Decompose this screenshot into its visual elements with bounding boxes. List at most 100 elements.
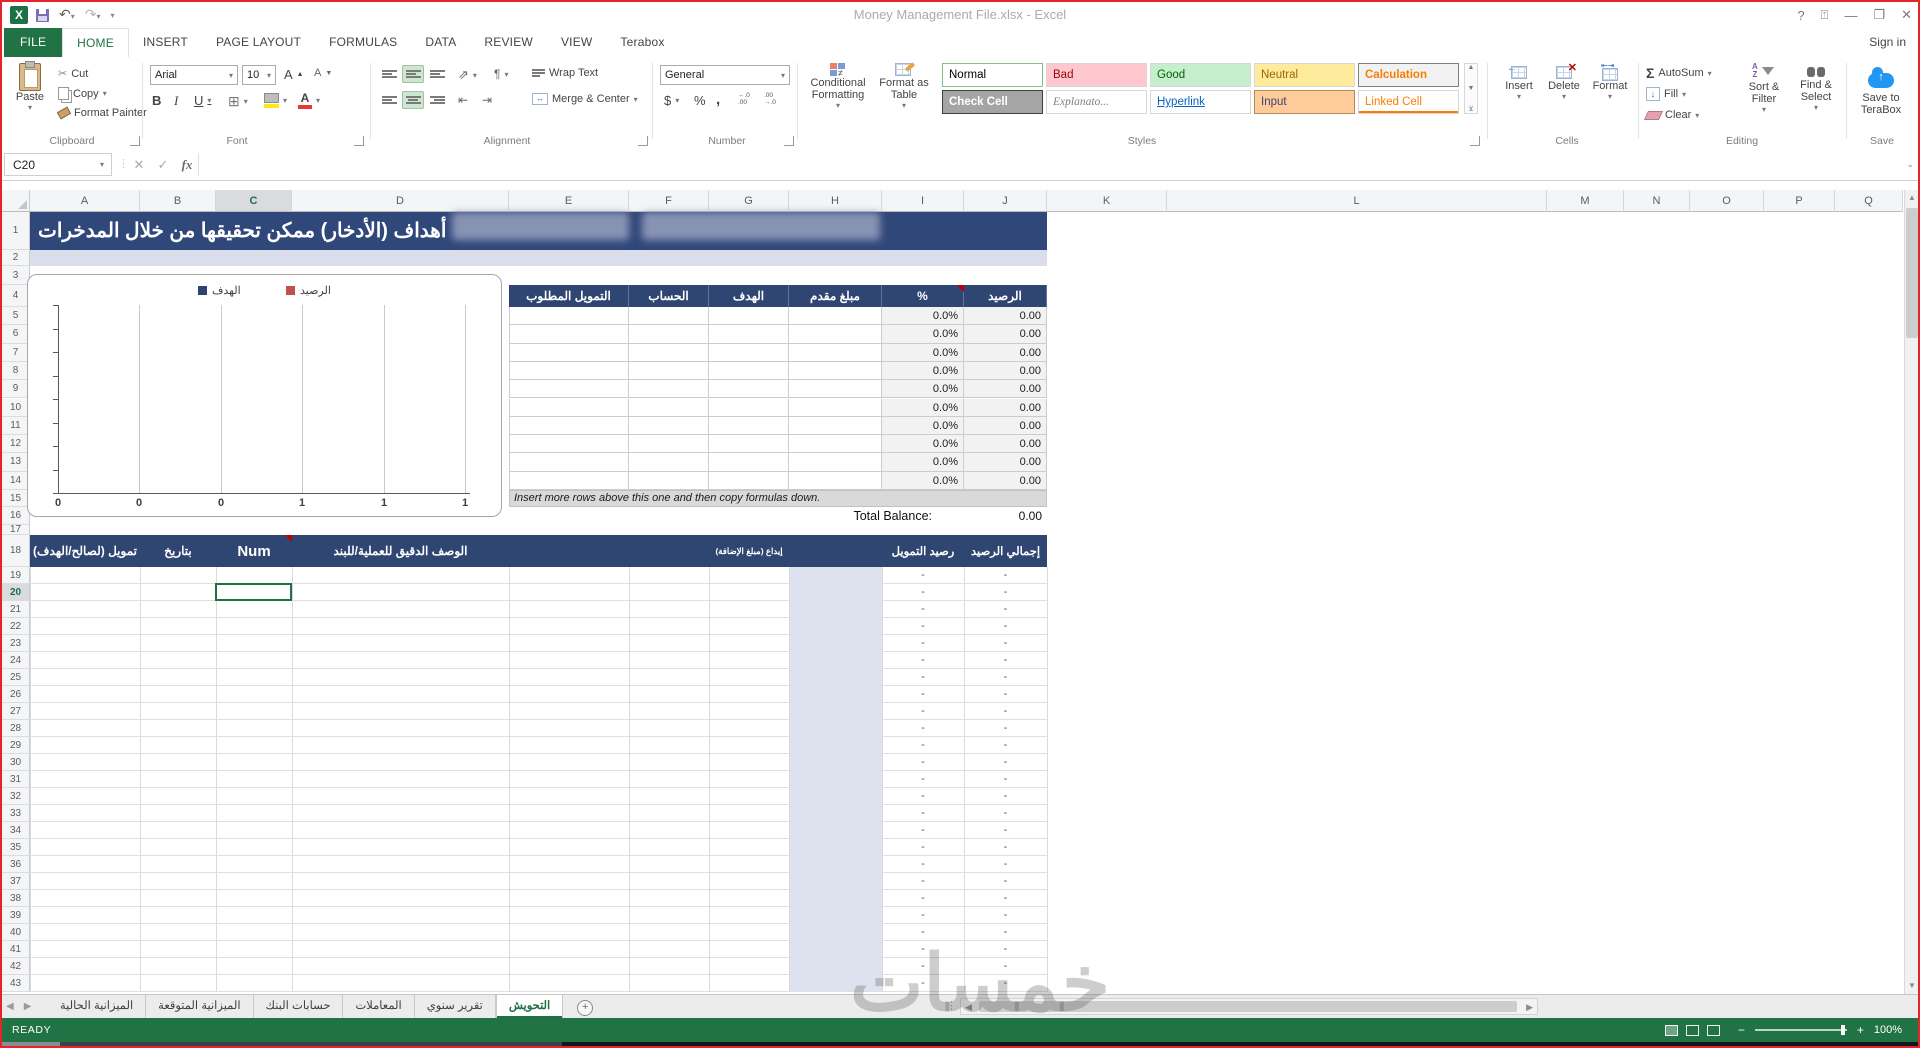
table1-cell-r11-c5[interactable]: 0.00 [964, 416, 1047, 436]
row-header-43[interactable]: 43 [2, 975, 30, 992]
cell-style-neutral[interactable]: Neutral [1254, 63, 1355, 87]
sheet-tab-3[interactable]: المعاملات [343, 995, 415, 1019]
row-header-36[interactable]: 36 [2, 856, 30, 873]
table1-cell-r5-c5[interactable]: 0.00 [964, 307, 1047, 326]
table2-total-balance-cell[interactable]: - [964, 771, 1047, 788]
delete-cells-button[interactable]: ✕ Delete ▾ [1542, 62, 1586, 101]
row-header-30[interactable]: 30 [2, 754, 30, 771]
table1-cell-r5-c1[interactable] [629, 307, 709, 326]
decrease-indent-icon[interactable]: ⇤ [458, 93, 468, 107]
table2-funding-balance-cell[interactable]: - [882, 601, 964, 618]
center-icon[interactable] [402, 91, 424, 109]
row-header-25[interactable]: 25 [2, 669, 30, 686]
number-format-select[interactable]: General ▾ [660, 65, 790, 85]
cell-style-calculation[interactable]: Calculation [1358, 63, 1459, 87]
page-layout-view-icon[interactable] [1685, 1024, 1699, 1036]
row-header-26[interactable]: 26 [2, 686, 30, 703]
column-header-C[interactable]: C [216, 190, 292, 212]
table2-total-balance-cell[interactable]: - [964, 805, 1047, 822]
table1-cell-r14-c0[interactable] [509, 471, 629, 490]
table2-funding-balance-cell[interactable]: - [882, 618, 964, 635]
font-name-select[interactable]: Arial ▾ [150, 65, 238, 85]
comment-marker-percent[interactable] [957, 285, 964, 292]
comment-marker-num[interactable] [285, 535, 292, 542]
table1-cell-r12-c4[interactable]: 0.0% [882, 435, 964, 454]
row-header-7[interactable]: 7 [2, 343, 30, 362]
row-header-13[interactable]: 13 [2, 453, 30, 472]
table1-cell-r6-c1[interactable] [629, 325, 709, 344]
table2-total-balance-cell[interactable]: - [964, 584, 1047, 601]
table1-cell-r8-c3[interactable] [789, 361, 882, 381]
row-header-12[interactable]: 12 [2, 435, 30, 454]
name-box-dropdown-icon[interactable]: ▾ [94, 153, 110, 176]
merge-center-button[interactable]: ↔ Merge & Center ▾ [532, 93, 638, 105]
row-header-32[interactable]: 32 [2, 788, 30, 805]
table2-funding-balance-cell[interactable]: - [882, 839, 964, 856]
column-header-J[interactable]: J [964, 190, 1047, 212]
table2-funding-balance-cell[interactable]: - [882, 686, 964, 703]
format-cells-button[interactable]: ⇤⇥ Format ▾ [1588, 61, 1632, 101]
grow-font-icon[interactable]: A ▲ [284, 67, 304, 82]
table2-funding-balance-cell[interactable]: - [882, 567, 964, 584]
table2-funding-balance-cell[interactable]: - [882, 890, 964, 907]
sign-in-link[interactable]: Sign in [1869, 28, 1906, 57]
copy-button[interactable]: Copy ▾ [58, 87, 107, 100]
table2-total-balance-cell[interactable]: - [964, 703, 1047, 720]
table2-total-balance-cell[interactable]: - [964, 669, 1047, 686]
table2-total-balance-cell[interactable]: - [964, 567, 1047, 584]
row-header-22[interactable]: 22 [2, 618, 30, 635]
table1-cell-r8-c1[interactable] [629, 361, 709, 381]
wrap-text-button[interactable]: Wrap Text [532, 67, 598, 79]
table2-funding-balance-cell[interactable]: - [882, 652, 964, 669]
table2-total-balance-cell[interactable]: - [964, 873, 1047, 890]
table1-cell-r5-c2[interactable] [709, 307, 789, 326]
help-icon[interactable]: ? [1797, 8, 1804, 23]
table2-funding-balance-cell[interactable]: - [882, 822, 964, 839]
table1-cell-r13-c5[interactable]: 0.00 [964, 453, 1047, 472]
table1-cell-r11-c4[interactable]: 0.0% [882, 416, 964, 436]
table1-cell-r8-c5[interactable]: 0.00 [964, 361, 1047, 381]
bottom-align-icon[interactable] [426, 65, 448, 83]
scroll-right-icon[interactable]: ▶ [1526, 1000, 1533, 1014]
active-cell-selection[interactable] [215, 583, 292, 601]
column-header-G[interactable]: G [709, 190, 789, 212]
row-header-2[interactable]: 2 [2, 250, 30, 266]
table2-funding-balance-cell[interactable]: - [882, 754, 964, 771]
table2-total-balance-cell[interactable]: - [964, 652, 1047, 669]
row-header-29[interactable]: 29 [2, 737, 30, 754]
row-header-18[interactable]: 18 [2, 535, 30, 567]
ribbon-tab-home[interactable]: HOME [62, 28, 129, 57]
row-header-34[interactable]: 34 [2, 822, 30, 839]
row-header-10[interactable]: 10 [2, 398, 30, 417]
paste-button[interactable]: Paste ▾ [10, 61, 50, 112]
row-header-38[interactable]: 38 [2, 890, 30, 907]
savings-goals-chart[interactable]: الهدف الرصيد 0 0 0 1 1 1 [27, 274, 502, 517]
table1-cell-r10-c3[interactable] [789, 398, 882, 417]
table1-note-row[interactable]: Insert more rows above this one and then… [509, 490, 1047, 507]
table1-cell-r10-c2[interactable] [709, 398, 789, 417]
row-header-31[interactable]: 31 [2, 771, 30, 788]
table1-cell-r9-c0[interactable] [509, 380, 629, 399]
scroll-up-icon[interactable]: ▲ [1904, 190, 1918, 206]
font-size-select[interactable]: 10 ▾ [242, 65, 276, 85]
shrink-font-icon[interactable]: A ▼ [314, 67, 332, 79]
table1-cell-r11-c3[interactable] [789, 416, 882, 436]
row-header-14[interactable]: 14 [2, 471, 30, 490]
styles-gallery-scroll[interactable]: ▲ ▼ ⊻ [1464, 63, 1478, 114]
row-header-11[interactable]: 11 [2, 416, 30, 436]
table1-cell-r12-c1[interactable] [629, 435, 709, 454]
cell-style-check-cell[interactable]: Check Cell [942, 90, 1043, 114]
row-header-27[interactable]: 27 [2, 703, 30, 720]
row-header-8[interactable]: 8 [2, 361, 30, 381]
table2-total-balance-cell[interactable]: - [964, 720, 1047, 737]
decrease-decimal-icon[interactable]: .00 →.0 [764, 92, 776, 106]
table1-cell-r8-c2[interactable] [709, 361, 789, 381]
column-header-M[interactable]: M [1547, 190, 1624, 212]
table1-cell-r11-c2[interactable] [709, 416, 789, 436]
ribbon-tab-terabox[interactable]: Terabox [606, 28, 678, 57]
table1-cell-r13-c3[interactable] [789, 453, 882, 472]
styles-dialog-launcher[interactable] [1470, 136, 1480, 146]
table2-funding-balance-cell[interactable]: - [882, 805, 964, 822]
row-header-40[interactable]: 40 [2, 924, 30, 941]
table1-cell-r7-c5[interactable]: 0.00 [964, 343, 1047, 362]
